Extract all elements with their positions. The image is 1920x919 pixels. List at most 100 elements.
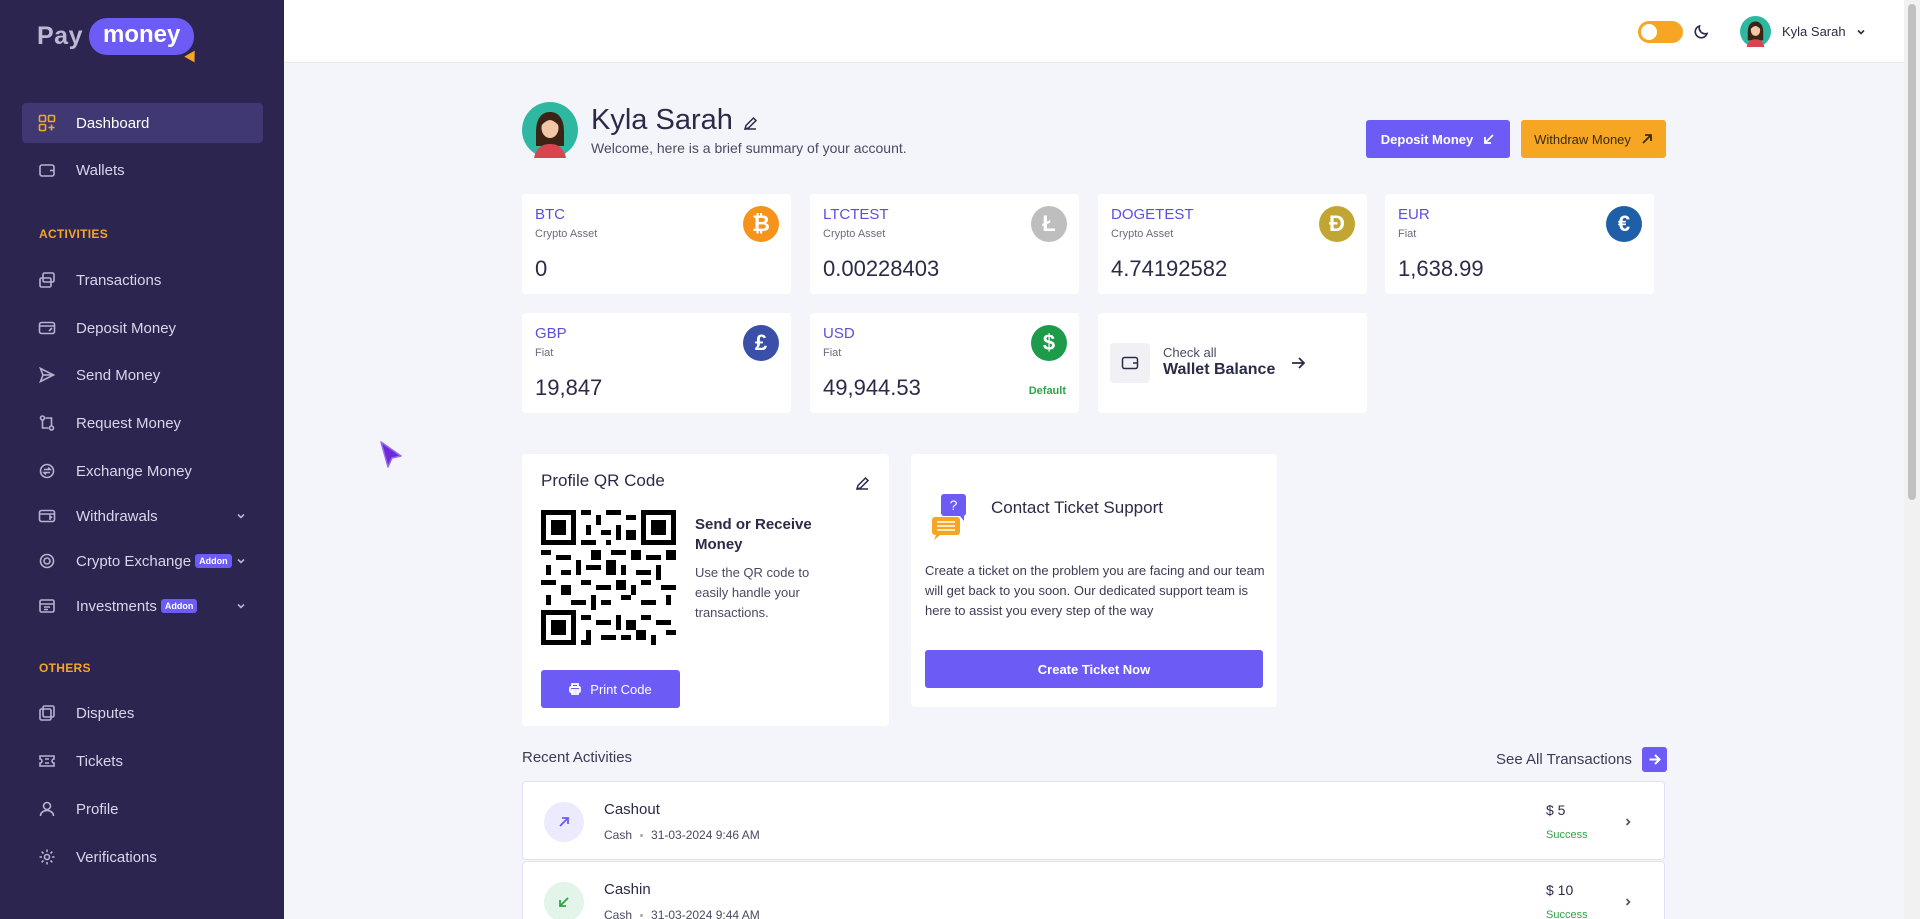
wallet-currency-code: LTCTEST bbox=[823, 206, 889, 223]
litecoin-icon: Ł bbox=[1031, 206, 1067, 242]
wallet-balance: 0.00228403 bbox=[823, 256, 940, 281]
contact-ticket-support-card: ? Contact Ticket Support Create a ticket… bbox=[911, 454, 1277, 707]
theme-toggle[interactable] bbox=[1638, 21, 1683, 43]
topbar: Kyla Sarah bbox=[284, 0, 1904, 63]
wallet-icon bbox=[1110, 343, 1150, 383]
wallet-card-usd[interactable]: USD Fiat 49,944.53 $ Default bbox=[810, 313, 1079, 413]
deposit-money-button[interactable]: Deposit Money bbox=[1366, 120, 1510, 158]
wallet-balance: 0 bbox=[535, 256, 548, 281]
section-label-others: OTHERS bbox=[39, 661, 91, 675]
activity-title: Cashin bbox=[604, 881, 651, 898]
sidebar-item-label: Profile bbox=[76, 800, 119, 818]
wallet-type: Crypto Asset bbox=[1111, 228, 1174, 240]
default-badge: Default bbox=[1028, 385, 1066, 397]
send-icon bbox=[38, 366, 56, 384]
sidebar-item-deposit-money[interactable]: Deposit Money bbox=[22, 308, 263, 348]
user-name: Kyla Sarah bbox=[1782, 24, 1846, 39]
bitcoin-icon: ₿ bbox=[743, 206, 779, 242]
addon-badge: Addon bbox=[160, 599, 198, 613]
sidebar-item-label: Exchange Money bbox=[76, 462, 192, 480]
sidebar-item-label: Verifications bbox=[76, 848, 157, 866]
ticket-card-title: Contact Ticket Support bbox=[991, 498, 1163, 517]
activity-meta: Cash 31-03-2024 9:46 AM bbox=[604, 828, 760, 842]
arrow-up-right-icon bbox=[1642, 134, 1652, 144]
print-code-button[interactable]: Print Code bbox=[541, 670, 680, 708]
sidebar-item-disputes[interactable]: Disputes bbox=[22, 693, 263, 733]
activity-row[interactable]: Cashout Cash 31-03-2024 9:46 AM $ 5 Succe… bbox=[522, 781, 1665, 860]
ticket-description: Create a ticket on the problem you are f… bbox=[925, 563, 1265, 618]
tickets-icon bbox=[38, 752, 56, 770]
wallet-type: Fiat bbox=[535, 347, 554, 359]
wallet-card-ltctest[interactable]: LTCTEST Crypto Asset 0.00228403 Ł bbox=[810, 194, 1079, 294]
wallet-currency-code: GBP bbox=[535, 325, 567, 342]
sidebar-item-label: Send Money bbox=[76, 366, 161, 384]
sidebar-item-transactions[interactable]: Transactions bbox=[22, 260, 263, 300]
wallet-card-gbp[interactable]: GBP Fiat 19,847 £ bbox=[522, 313, 791, 413]
disputes-icon bbox=[38, 704, 56, 722]
sidebar-item-tickets[interactable]: Tickets bbox=[22, 741, 263, 781]
mouse-cursor-icon bbox=[380, 441, 402, 468]
exchange-icon bbox=[38, 462, 56, 480]
sidebar-item-profile[interactable]: Profile bbox=[22, 789, 263, 829]
page-scrollbar[interactable] bbox=[1904, 0, 1920, 919]
wallet-balance: 49,944.53 bbox=[823, 375, 921, 400]
dashboard-icon bbox=[38, 114, 56, 132]
wallet-card-eur[interactable]: EUR Fiat 1,638.99 € bbox=[1385, 194, 1654, 294]
wallet-currency-code: DOGETEST bbox=[1111, 206, 1194, 223]
user-menu[interactable]: Kyla Sarah bbox=[1740, 16, 1866, 47]
chevron-down-icon bbox=[235, 554, 247, 566]
page-title: Kyla Sarah bbox=[591, 104, 733, 136]
section-label-activities: ACTIVITIES bbox=[39, 227, 109, 241]
wallet-currency-code: BTC bbox=[535, 206, 565, 223]
sidebar-item-withdrawals[interactable]: Withdrawals bbox=[22, 496, 263, 536]
sidebar-item-label: Tickets bbox=[76, 752, 123, 770]
pound-icon: £ bbox=[743, 325, 779, 361]
arrow-down-left-icon bbox=[544, 882, 584, 919]
transactions-icon bbox=[38, 271, 56, 289]
sidebar-item-label: Deposit Money bbox=[76, 319, 177, 337]
sidebar-item-send-money[interactable]: Send Money bbox=[22, 355, 263, 395]
arrow-right-icon bbox=[1290, 355, 1306, 371]
logo-pay-text: Pay bbox=[37, 22, 83, 50]
create-ticket-button[interactable]: Create Ticket Now bbox=[925, 650, 1263, 688]
sidebar-item-exchange-money[interactable]: Exchange Money bbox=[22, 451, 263, 491]
wallet-balance: 1,638.99 bbox=[1398, 256, 1484, 281]
withdraw-money-button[interactable]: Withdraw Money bbox=[1521, 120, 1666, 158]
wallet-type: Fiat bbox=[1398, 228, 1417, 240]
printer-icon bbox=[569, 683, 582, 695]
edit-profile-icon[interactable] bbox=[743, 116, 758, 131]
sidebar-item-dashboard[interactable]: Dashboard bbox=[22, 103, 263, 143]
sidebar-item-label: Withdrawals bbox=[76, 507, 158, 525]
sidebar-item-label: Request Money bbox=[76, 414, 182, 432]
wallet-card-btc[interactable]: BTC Crypto Asset 0 ₿ bbox=[522, 194, 791, 294]
wallet-card-dogetest[interactable]: DOGETEST Crypto Asset 4.74192582 Ð bbox=[1098, 194, 1367, 294]
check-wallet-balance-link[interactable]: Check all Wallet Balance bbox=[1098, 313, 1367, 413]
see-all-transactions-link[interactable]: See All Transactions bbox=[1496, 747, 1667, 772]
status-badge: Success bbox=[1546, 829, 1588, 841]
wallet-type: Crypto Asset bbox=[823, 228, 886, 240]
sidebar-item-wallets[interactable]: Wallets bbox=[22, 150, 263, 190]
arrow-up-right-icon bbox=[544, 802, 584, 842]
sidebar-item-investments[interactable]: Investments Addon bbox=[22, 586, 263, 626]
sidebar-item-request-money[interactable]: Request Money bbox=[22, 403, 263, 443]
euro-icon: € bbox=[1606, 206, 1642, 242]
sidebar-item-crypto-exchange[interactable]: Crypto Exchange Addon bbox=[22, 541, 263, 581]
gear-icon bbox=[38, 848, 56, 866]
scrollbar-thumb[interactable] bbox=[1908, 4, 1916, 500]
activity-amount: $ 10 bbox=[1546, 882, 1574, 898]
crypto-exchange-icon bbox=[38, 552, 56, 570]
paymoney-logo[interactable]: Pay money bbox=[37, 18, 201, 66]
svg-text:?: ? bbox=[950, 497, 958, 513]
sidebar-item-label: Transactions bbox=[76, 271, 162, 289]
profile-qr-card: Profile QR Code Send or Receive Money Us… bbox=[522, 454, 889, 726]
qr-description: Use the QR code to easily handle your tr… bbox=[695, 565, 810, 620]
edit-qr-icon[interactable] bbox=[855, 476, 870, 491]
wallet-balance: 19,847 bbox=[535, 375, 603, 400]
sidebar-item-verifications[interactable]: Verifications bbox=[22, 837, 263, 877]
sidebar-item-label: Wallets bbox=[76, 161, 125, 179]
chevron-right-icon bbox=[1622, 895, 1634, 907]
moon-icon[interactable] bbox=[1694, 23, 1710, 39]
activity-row[interactable]: Cashin Cash 31-03-2024 9:44 AM $ 10 Succe… bbox=[522, 861, 1665, 919]
wallet-type: Fiat bbox=[823, 347, 842, 359]
wallet-type: Crypto Asset bbox=[535, 228, 598, 240]
